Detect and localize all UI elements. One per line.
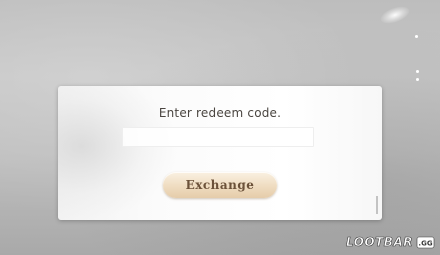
star-dot-icon bbox=[416, 70, 419, 73]
dialog-title: Enter redeem code. bbox=[158, 106, 282, 120]
exchange-button-label: Exchange bbox=[185, 178, 255, 192]
watermark-suffix: .GG bbox=[418, 240, 432, 248]
watermark-text: LOOTBAR bbox=[346, 235, 413, 249]
star-dot-icon bbox=[415, 35, 418, 38]
lootbar-watermark-logo: LOOTBAR .GG bbox=[346, 233, 436, 251]
exchange-button[interactable]: Exchange bbox=[163, 172, 277, 198]
redeem-code-input[interactable] bbox=[122, 127, 314, 147]
redeem-code-dialog: Enter redeem code. Exchange bbox=[58, 86, 382, 220]
star-dot-icon bbox=[416, 78, 419, 81]
dialog-edge-mark bbox=[376, 196, 378, 214]
